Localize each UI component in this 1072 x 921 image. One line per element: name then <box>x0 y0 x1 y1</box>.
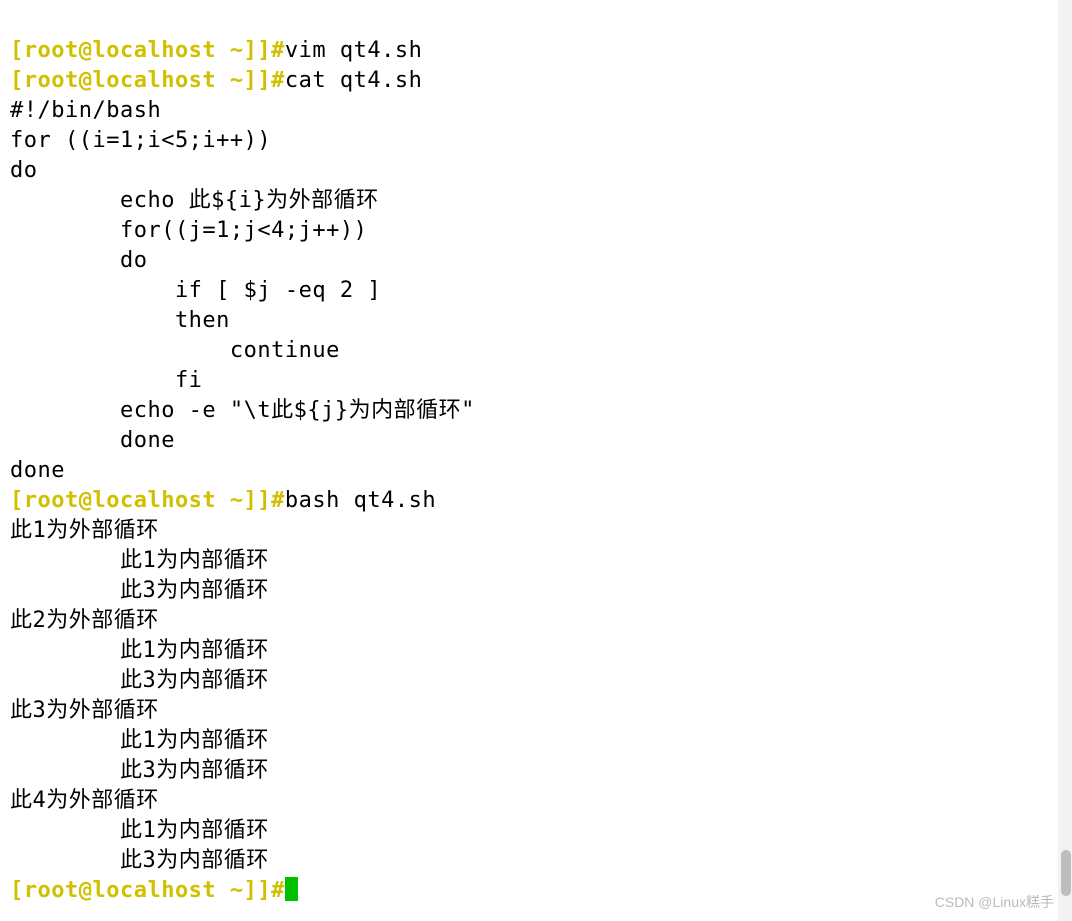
output-line: 此3为内部循环 <box>10 758 269 783</box>
script-line: do <box>10 158 38 183</box>
output-line: 此1为内部循环 <box>10 728 269 753</box>
script-line: if [ $j -eq 2 ] <box>10 278 381 303</box>
output-line: 此1为内部循环 <box>10 638 269 663</box>
output-line: 此3为外部循环 <box>10 698 159 723</box>
watermark: CSDN @Linux糕手 <box>935 887 1054 917</box>
scrollbar[interactable] <box>1058 0 1072 921</box>
script-line: done <box>10 458 65 483</box>
script-line: for ((i=1;i<5;i++)) <box>10 128 271 153</box>
output-line: 此1为内部循环 <box>10 818 269 843</box>
script-line: #!/bin/bash <box>10 98 161 123</box>
script-line: then <box>10 308 230 333</box>
command-bash: bash qt4.sh <box>285 488 436 513</box>
output-line: 此2为外部循环 <box>10 608 159 633</box>
script-line: done <box>10 428 175 453</box>
script-line: continue <box>10 338 340 363</box>
cursor <box>285 877 298 901</box>
prompt: [root@localhost ~]]# <box>10 878 285 903</box>
script-line: do <box>10 248 147 273</box>
output-line: 此3为内部循环 <box>10 848 269 873</box>
output-line: 此3为内部循环 <box>10 668 269 693</box>
script-line: fi <box>10 368 202 393</box>
script-line: for((j=1;j<4;j++)) <box>10 218 367 243</box>
terminal[interactable]: [root@localhost ~]]#vim qt4.sh [root@loc… <box>0 0 1072 906</box>
output-line: 此1为外部循环 <box>10 518 159 543</box>
script-line: echo -e "\t此${j}为内部循环" <box>10 398 475 423</box>
output-line: 此1为内部循环 <box>10 548 269 573</box>
prompt: [root@localhost ~]]# <box>10 488 285 513</box>
command-cat: cat qt4.sh <box>285 68 422 93</box>
script-line: echo 此${i}为外部循环 <box>10 188 379 213</box>
output-line: 此4为外部循环 <box>10 788 159 813</box>
prompt: [root@localhost ~]]# <box>10 68 285 93</box>
output-line: 此3为内部循环 <box>10 578 269 603</box>
scrollbar-thumb[interactable] <box>1061 850 1071 896</box>
command-vim: vim qt4.sh <box>285 38 422 63</box>
prompt: [root@localhost ~]]# <box>10 38 285 63</box>
